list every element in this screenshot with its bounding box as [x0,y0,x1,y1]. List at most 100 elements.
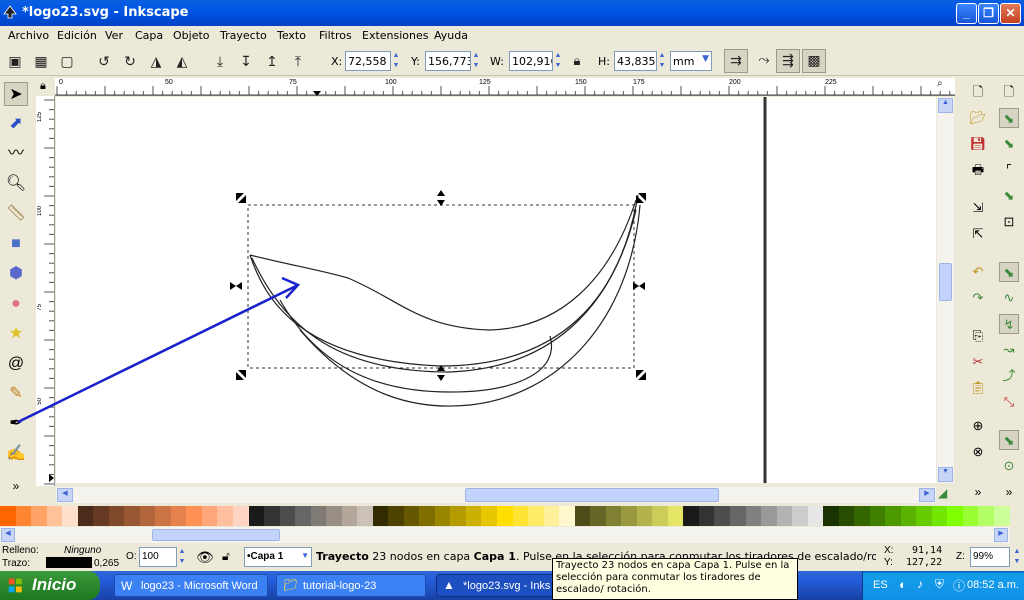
deselect-icon[interactable]: ▢ [57,51,77,71]
color-swatch[interactable] [761,506,777,526]
stroke-width[interactable]: 0,265 [94,558,119,569]
color-swatch[interactable] [46,506,63,526]
color-swatch[interactable] [0,506,16,526]
color-swatch[interactable] [683,506,699,526]
color-swatch[interactable] [869,506,886,526]
snap-intersections-icon[interactable]: ↯ [999,314,1019,334]
scroll-down-icon[interactable]: ▼ [938,467,953,482]
color-swatch[interactable] [372,506,389,526]
w-spinner-icon[interactable]: ▲ ▼ [553,51,563,71]
stroke-color-swatch[interactable] [46,557,92,568]
color-swatch[interactable] [434,506,451,526]
start-button[interactable]: ■■ ■■ Inicio [0,571,100,600]
zoom-drawing-icon[interactable]: ⊗ [968,442,988,462]
more-commands-icon[interactable]: » [968,482,988,502]
paste-icon[interactable]: 📋︎ [968,378,988,398]
more-snap-icon[interactable]: » [999,482,1019,502]
horizontal-scroll-thumb[interactable] [465,488,719,502]
color-swatch[interactable] [590,506,606,526]
color-swatch[interactable] [574,506,591,526]
calligraphy-tool-icon[interactable]: ✍ [4,442,28,466]
snap-bbox-edge-icon[interactable]: ⬊ [999,134,1019,154]
security-icon[interactable]: ⛨ [935,577,944,592]
snap-midpoints-icon[interactable]: ⤡ [999,392,1019,412]
menu-edicion[interactable]: Edición [57,29,97,42]
select-all-layers-icon[interactable]: ▦ [31,51,51,71]
menu-filtros[interactable]: Filtros [319,29,352,42]
undo-icon[interactable]: ↶ [968,262,988,282]
color-swatch[interactable] [823,506,839,526]
color-swatch[interactable] [605,506,622,526]
color-swatch[interactable] [108,506,125,526]
color-swatch[interactable] [217,506,233,526]
color-managed-icon[interactable]: ◢ [938,486,954,504]
menu-extensiones[interactable]: Extensiones [362,29,429,42]
color-swatch[interactable] [388,506,404,526]
scale-corners-icon[interactable]: ⤳ [752,49,776,73]
color-swatch[interactable] [93,506,109,526]
opacity-input[interactable]: 100 [139,547,177,567]
menu-ayuda[interactable]: Ayuda [434,29,468,42]
layer-visibility-icon[interactable]: 👁︎ [196,549,214,566]
color-swatch[interactable] [792,506,808,526]
snap-cusp-icon[interactable]: ↝ [999,340,1019,360]
color-swatch[interactable] [900,506,917,526]
menu-ver[interactable]: Ver [105,29,123,42]
palette-scroll-thumb[interactable] [152,529,280,541]
h-input[interactable]: 43,835 [614,51,657,71]
import-icon[interactable]: ⇲ [968,198,988,218]
snap-rotation-center-icon[interactable]: ⊙ [999,456,1019,476]
color-swatch[interactable] [885,506,901,526]
color-swatch[interactable] [419,506,435,526]
color-swatch[interactable] [559,506,575,526]
y-input[interactable]: 156,773 [425,51,471,71]
menu-archivo[interactable]: Archivo [8,29,49,42]
color-swatch[interactable] [745,506,762,526]
color-swatch[interactable] [776,506,793,526]
zoom-input[interactable]: 99% [970,547,1010,567]
scroll-up-icon[interactable]: ▲ [938,98,953,113]
color-swatch[interactable] [357,506,373,526]
lock-icon[interactable]: 🔒︎ [567,51,587,71]
x-input[interactable]: 72,558 [345,51,391,71]
transform-patterns-icon[interactable]: ▩ [802,49,826,73]
color-swatch[interactable] [279,506,296,526]
color-swatch[interactable] [481,506,497,526]
color-swatch[interactable] [186,506,202,526]
snap-bbox-corner-icon[interactable]: ⌜ [999,160,1019,180]
palette-scroll-left-icon[interactable]: ◀ [1,528,15,542]
color-swatch[interactable] [652,506,668,526]
color-swatch[interactable] [528,506,544,526]
lower-to-bottom-icon[interactable]: ⤓ [210,51,230,71]
color-swatch[interactable] [636,506,653,526]
zoom-selection-icon[interactable]: ⊕ [968,416,988,436]
color-swatch[interactable] [264,506,280,526]
minimize-button[interactable]: _ [956,3,977,24]
info-icon[interactable]: ⓘ [953,577,965,594]
menu-texto[interactable]: Texto [277,29,306,42]
y-spinner-icon[interactable]: ▲ ▼ [471,51,481,71]
color-swatch[interactable] [667,506,684,526]
snap-centers-icon[interactable]: ⬊ [999,430,1019,450]
copy-icon[interactable]: ⎘ [968,326,988,346]
color-swatch[interactable] [947,506,963,526]
redo-icon[interactable]: ↷ [968,288,988,308]
close-button[interactable]: ✕ [1000,3,1021,24]
flip-horizontal-icon[interactable]: ◮ [146,51,166,71]
task-inkscape[interactable]: ▲ *logo23.svg - Inks [436,574,556,597]
zoom-fit-icon[interactable]: ⌕ [937,78,955,96]
snap-bbox-center-icon[interactable]: ⊡ [999,212,1019,232]
menu-capa[interactable]: Capa [135,29,163,42]
volume-icon[interactable]: ♪ [917,577,923,591]
snap-paths-icon[interactable]: ∿ [999,288,1019,308]
color-swatch[interactable] [124,506,140,526]
opacity-spinner-icon[interactable]: ▲ ▼ [177,547,187,567]
unit-select[interactable]: mm ▼ [670,51,712,71]
color-swatch[interactable] [854,506,870,526]
task-word[interactable]: W logo23 - Microsoft Word [114,574,268,597]
color-swatch[interactable] [326,506,342,526]
fill-value[interactable]: Ninguno [64,545,101,556]
snap-smooth-icon[interactable]: ⤴ [999,366,1019,386]
color-swatch[interactable] [232,506,249,526]
color-swatch[interactable] [62,506,78,526]
